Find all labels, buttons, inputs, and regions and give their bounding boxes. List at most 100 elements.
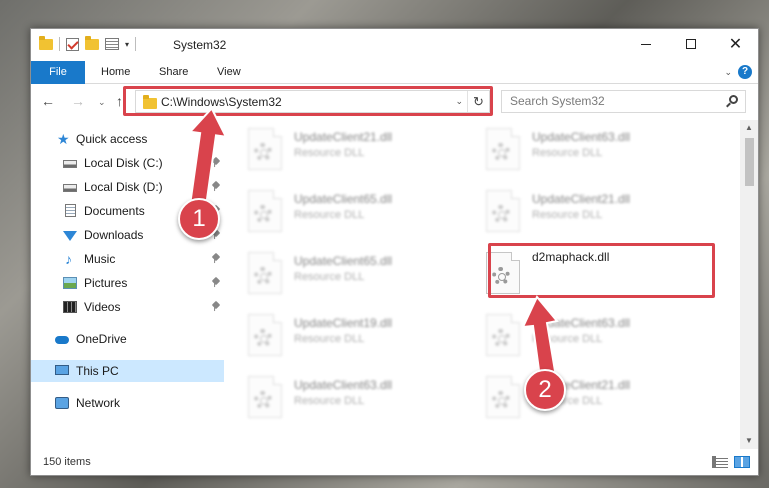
quick-access-toolbar: ▾ xyxy=(39,35,137,51)
help-icon[interactable]: ? xyxy=(738,65,752,79)
toolbar-divider xyxy=(135,37,137,51)
gear-icon xyxy=(254,143,272,161)
gear-icon xyxy=(254,329,272,347)
search-box[interactable] xyxy=(501,90,746,113)
refresh-icon[interactable]: ↻ xyxy=(467,91,489,112)
file-name: UpdateClient63.dll xyxy=(532,316,631,330)
downloads-icon xyxy=(63,231,77,241)
sidebar-item-music[interactable]: ♪ Music xyxy=(31,248,224,270)
gear-icon xyxy=(254,267,272,285)
list-item[interactable]: UpdateClient63.dll Resource DLL xyxy=(224,368,444,424)
gear-icon xyxy=(492,205,510,223)
customize-toolbar-icon[interactable]: ▾ xyxy=(125,40,129,49)
address-path[interactable]: C:\Windows\System32 xyxy=(161,95,282,109)
details-view-icon[interactable] xyxy=(712,456,728,468)
file-type: Resource DLL xyxy=(294,333,365,345)
step-badge-2: 2 xyxy=(524,369,566,411)
new-folder-icon[interactable] xyxy=(85,35,99,50)
large-icons-view-icon[interactable] xyxy=(734,456,750,468)
sidebar-item-local-disk-c[interactable]: Local Disk (C:) xyxy=(31,152,224,174)
sidebar-item-label: This PC xyxy=(76,364,119,378)
search-input[interactable] xyxy=(510,94,710,108)
pin-icon xyxy=(211,276,221,288)
dll-file-icon xyxy=(486,128,520,170)
content-area: ★ Quick access Local Disk (C:) Local Dis… xyxy=(31,120,758,449)
sidebar-item-label: Music xyxy=(84,252,116,266)
file-list: UpdateClient21.dll Resource DLL UpdateCl… xyxy=(224,120,740,449)
sidebar-item-videos[interactable]: Videos xyxy=(31,296,224,318)
file-name: UpdateClient63.dll xyxy=(532,130,631,144)
vertical-scrollbar[interactable]: ▲ ▼ xyxy=(740,120,758,449)
tab-view[interactable]: View xyxy=(217,61,241,84)
gear-icon xyxy=(492,143,510,161)
chevron-down-icon[interactable]: ⌄ xyxy=(455,96,463,107)
sidebar-item-quick-access[interactable]: ★ Quick access xyxy=(31,128,224,150)
tab-home[interactable]: Home xyxy=(101,61,130,84)
gear-icon xyxy=(492,391,510,409)
navigation-bar: ← → ⌄ ↑ C:\Windows\System32 ⌄ ↻ xyxy=(31,84,758,120)
minimize-button[interactable] xyxy=(623,29,668,59)
scroll-up-icon[interactable]: ▲ xyxy=(740,120,758,136)
list-item[interactable]: UpdateClient19.dll Resource DLL xyxy=(224,306,444,362)
folder-icon[interactable] xyxy=(39,35,53,50)
list-item[interactable]: UpdateClient21.dll Resource DLL xyxy=(462,368,682,424)
sidebar-item-onedrive[interactable]: OneDrive xyxy=(31,328,224,350)
up-arrow-icon[interactable]: ↑ xyxy=(116,93,123,109)
scroll-down-icon[interactable]: ▼ xyxy=(740,433,758,449)
minimize-icon xyxy=(640,43,651,45)
dll-file-icon xyxy=(248,128,282,170)
music-icon: ♪ xyxy=(65,251,72,267)
dll-file-icon xyxy=(248,376,282,418)
gear-icon xyxy=(492,329,510,347)
sidebar-item-label: Videos xyxy=(84,300,121,314)
tab-file[interactable]: File xyxy=(31,61,85,84)
file-explorer-window: ▾ System32 ✕ File Home Share View ⌄ ? ← … xyxy=(30,28,759,476)
sidebar-item-network[interactable]: Network xyxy=(31,392,224,414)
maximize-icon xyxy=(685,39,696,49)
back-arrow-icon[interactable]: ← xyxy=(41,93,55,109)
file-name: UpdateClient21.dll xyxy=(532,192,631,206)
expand-ribbon-icon[interactable]: ⌄ xyxy=(724,67,732,78)
sidebar-item-local-disk-d[interactable]: Local Disk (D:) xyxy=(31,176,224,198)
list-item[interactable]: UpdateClient21.dll Resource DLL xyxy=(224,120,444,176)
maximize-button[interactable] xyxy=(668,29,713,59)
sidebar-item-pictures[interactable]: Pictures xyxy=(31,272,224,294)
tab-share[interactable]: Share xyxy=(159,61,188,84)
dll-file-icon xyxy=(486,376,520,418)
sidebar-item-label: Local Disk (C:) xyxy=(84,156,163,170)
file-type: Resource DLL xyxy=(532,147,603,159)
sidebar-item-label: Downloads xyxy=(84,228,144,242)
list-item[interactable]: UpdateClient63.dll Resource DLL xyxy=(462,306,682,362)
search-icon[interactable] xyxy=(729,95,738,104)
address-bar[interactable]: C:\Windows\System32 ⌄ ↻ xyxy=(135,90,490,113)
computer-icon xyxy=(55,365,69,375)
scrollbar-thumb[interactable] xyxy=(745,138,754,186)
recent-locations-icon[interactable]: ⌄ xyxy=(98,97,106,108)
rename-icon[interactable] xyxy=(105,38,119,50)
file-name: UpdateClient21.dll xyxy=(294,130,393,144)
sidebar-item-this-pc[interactable]: This PC xyxy=(31,360,224,382)
navigation-pane: ★ Quick access Local Disk (C:) Local Dis… xyxy=(31,120,224,449)
disk-icon xyxy=(63,184,77,192)
file-name: UpdateClient63.dll xyxy=(294,378,393,392)
list-item[interactable]: UpdateClient63.dll Resource DLL xyxy=(462,120,682,176)
properties-check-icon[interactable] xyxy=(66,37,79,51)
file-type: Resource DLL xyxy=(294,271,365,283)
toolbar-divider xyxy=(59,37,60,51)
list-item[interactable]: UpdateClient21.dll Resource DLL xyxy=(462,182,682,238)
list-item[interactable]: UpdateClient65.dll Resource DLL xyxy=(224,182,444,238)
item-count: 150 items xyxy=(43,456,91,468)
pin-icon xyxy=(211,300,221,312)
close-button[interactable]: ✕ xyxy=(713,29,758,59)
status-bar: 150 items xyxy=(31,449,758,475)
disk-icon xyxy=(63,160,77,168)
list-item[interactable]: UpdateClient65.dll Resource DLL xyxy=(224,244,444,300)
pictures-icon xyxy=(63,277,77,289)
target-dll-file[interactable]: d2maphack.dll xyxy=(462,244,682,300)
gear-icon xyxy=(254,205,272,223)
sidebar-item-label: Local Disk (D:) xyxy=(84,180,163,194)
sidebar-item-label: Quick access xyxy=(76,132,148,146)
dll-file-icon xyxy=(486,314,520,356)
sidebar-item-label: Documents xyxy=(84,204,145,218)
forward-arrow-icon[interactable]: → xyxy=(71,93,85,109)
